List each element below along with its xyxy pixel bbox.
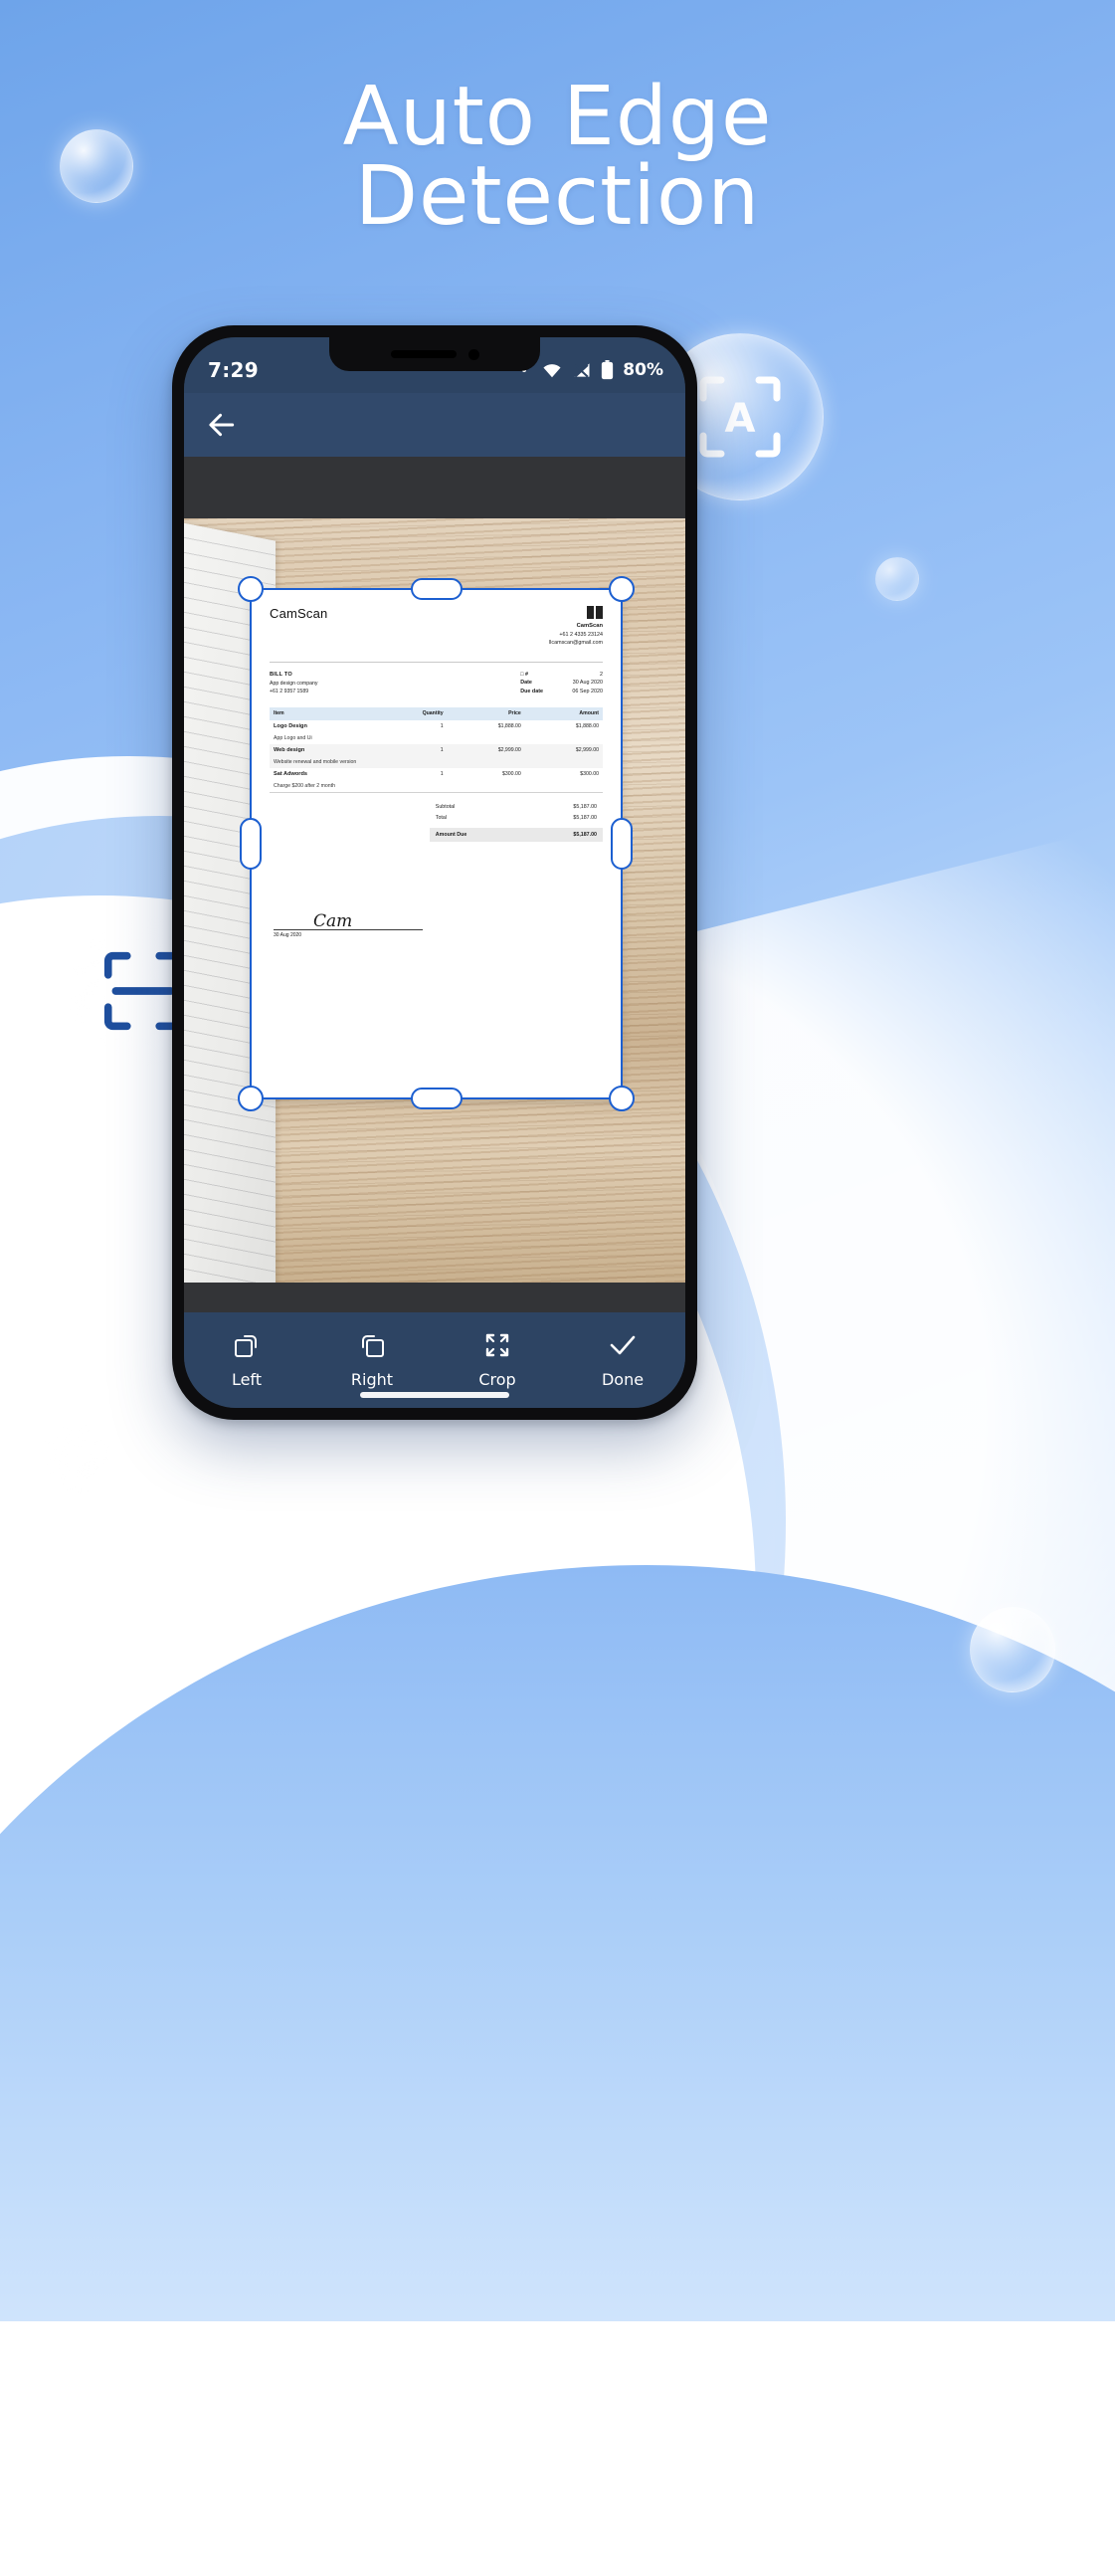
expand-crop-icon xyxy=(483,1331,511,1363)
barcode-icon xyxy=(549,606,603,619)
invoice-totals: Subtotal $5,187.00 Total $5,187.00 Amoun… xyxy=(429,802,603,842)
scanned-document: CamScan CamScan +61 2 4335 23124 llcamsc… xyxy=(252,590,621,1097)
amount-due-value: $5,187.00 xyxy=(573,831,597,838)
toolbar-label-left: Left xyxy=(231,1370,263,1389)
invoice-billing-row: BILL TO App design company +61 2 9357 15… xyxy=(270,671,603,696)
status-bar-time: 7:29 xyxy=(208,358,259,382)
battery-icon xyxy=(602,360,614,380)
table-row: Logo Design 1 $1,888.00 $1,888.00 xyxy=(270,720,603,732)
front-camera-icon xyxy=(467,348,479,360)
invoice-content: CamScan CamScan +61 2 4335 23124 llcamsc… xyxy=(252,590,621,1097)
company-phone: +61 2 4335 23124 xyxy=(559,631,603,638)
meta-value: 2 xyxy=(600,671,603,678)
phone-notch xyxy=(329,337,540,371)
item-price: $1,888.00 xyxy=(497,722,521,729)
decorative-bubble xyxy=(970,1607,1055,1692)
invoice-meta-block: □ # Date Due date 2 30 Aug 2020 06 Sep 2… xyxy=(520,671,603,696)
phone-mockup: 7:29 80% CamScan CamScan +61 2 4335 2312… xyxy=(172,325,697,1420)
rotate-right-icon xyxy=(358,1331,386,1363)
meta-value: 30 Aug 2020 xyxy=(572,680,603,687)
invoice-meta-labels: □ # Date Due date xyxy=(520,671,543,696)
back-arrow-icon[interactable] xyxy=(206,408,240,442)
meta-value: 06 Sep 2020 xyxy=(572,689,603,695)
company-name: CamScan xyxy=(576,623,603,629)
table-row-desc: Website renewal and mobile version xyxy=(270,755,603,768)
amount-due-label: Amount Due xyxy=(435,831,467,838)
bill-to-company: App design company xyxy=(270,680,318,687)
item-description: App Logo and Ui xyxy=(274,734,312,741)
image-viewport: CamScan CamScan +61 2 4335 23124 llcamsc… xyxy=(184,457,685,1312)
item-quantity: 1 xyxy=(374,743,448,756)
total-value: $5,187.00 xyxy=(573,815,597,822)
total-row: Total $5,187.00 xyxy=(430,813,603,824)
toolbar-label-done: Done xyxy=(601,1370,645,1389)
item-amount: $300.00 xyxy=(580,770,599,777)
meta-label: Date xyxy=(520,680,532,687)
item-price: $2,999.00 xyxy=(447,743,525,756)
meta-label: □ # xyxy=(520,671,528,678)
toolbar-label-right: Right xyxy=(350,1370,394,1389)
total-label: Subtotal xyxy=(435,804,456,811)
total-value: $5,187.00 xyxy=(573,804,597,811)
divider xyxy=(270,791,603,793)
item-amount: $1,888.00 xyxy=(575,722,599,729)
check-icon xyxy=(608,1331,638,1363)
invoice-header: CamScan CamScan +61 2 4335 23124 llcamsc… xyxy=(270,606,603,648)
item-price: $300.00 xyxy=(502,770,521,777)
table-header-row: Item Quantity Price Amount xyxy=(270,706,603,720)
table-row: Web design 1 $2,999.00 $2,999.00 xyxy=(270,743,603,756)
item-name: Web design xyxy=(270,743,375,756)
cellular-signal-icon xyxy=(574,363,590,378)
battery-percent-label: 80% xyxy=(623,360,663,380)
decorative-bubble xyxy=(875,557,919,601)
column-header-amount: Amount xyxy=(524,706,603,720)
signature-date: 30 Aug 2020 xyxy=(274,932,302,938)
column-header-quantity: Quantity xyxy=(374,706,448,720)
toolbar-item-left[interactable]: Left xyxy=(184,1331,309,1389)
item-description: Charge $200 after 2 month xyxy=(274,782,336,789)
status-bar-icons: 80% xyxy=(522,360,663,380)
toolbar-label-crop: Crop xyxy=(478,1370,516,1389)
column-header-price: Price xyxy=(447,706,525,720)
total-row: Subtotal $5,187.00 xyxy=(430,802,603,813)
home-indicator xyxy=(360,1392,509,1398)
table-row-desc: Charge $200 after 2 month xyxy=(270,780,603,792)
bill-to-heading: BILL TO xyxy=(270,671,292,678)
invoice-items-table: Item Quantity Price Amount Logo Design 1 xyxy=(270,706,603,792)
page-title: Auto Edge Detection xyxy=(0,77,1115,245)
decorative-bubble xyxy=(40,1423,113,1496)
captured-photo[interactable]: CamScan CamScan +61 2 4335 23124 llcamsc… xyxy=(184,518,685,1283)
item-quantity: 1 xyxy=(440,770,444,777)
invoice-brand: CamScan xyxy=(270,606,328,621)
svg-text:A: A xyxy=(725,396,756,442)
meta-label: Due date xyxy=(520,689,543,695)
wifi-icon xyxy=(543,364,561,378)
phone-screen: 7:29 80% CamScan CamScan +61 2 4335 2312… xyxy=(184,337,685,1408)
signature-block: Cam 30 Aug 2020 xyxy=(274,911,423,938)
signature-mark: Cam xyxy=(313,911,353,931)
total-label: Total xyxy=(435,815,447,822)
table-row-desc: App Logo and Ui xyxy=(270,732,603,744)
bill-to-block: BILL TO App design company +61 2 9357 15… xyxy=(270,671,317,696)
item-amount: $2,999.00 xyxy=(524,743,603,756)
rotate-left-icon xyxy=(233,1331,261,1363)
column-header-item: Item xyxy=(270,706,375,720)
item-description: Website renewal and mobile version xyxy=(270,755,603,768)
page-title-line2: Detection xyxy=(354,149,761,245)
toolbar-item-right[interactable]: Right xyxy=(309,1331,435,1389)
amount-due-row: Amount Due $5,187.00 xyxy=(429,827,603,842)
app-bar xyxy=(184,393,685,457)
invoice-meta-values: 2 30 Aug 2020 06 Sep 2020 xyxy=(551,671,603,696)
item-name: Logo Design xyxy=(274,722,307,729)
bill-to-phone: +61 2 9357 1589 xyxy=(270,688,309,694)
table-row: Sat Adwords 1 $300.00 $300.00 xyxy=(270,768,603,780)
item-quantity: 1 xyxy=(440,722,444,729)
invoice-company-block: CamScan +61 2 4335 23124 llcamscan@gmail… xyxy=(549,606,603,648)
earpiece-speaker xyxy=(390,350,457,358)
divider xyxy=(270,661,603,663)
toolbar-item-done[interactable]: Done xyxy=(560,1331,685,1389)
item-name: Sat Adwords xyxy=(274,770,307,777)
company-email: llcamscan@gmail.com xyxy=(548,640,603,647)
toolbar-item-crop[interactable]: Crop xyxy=(435,1331,560,1389)
